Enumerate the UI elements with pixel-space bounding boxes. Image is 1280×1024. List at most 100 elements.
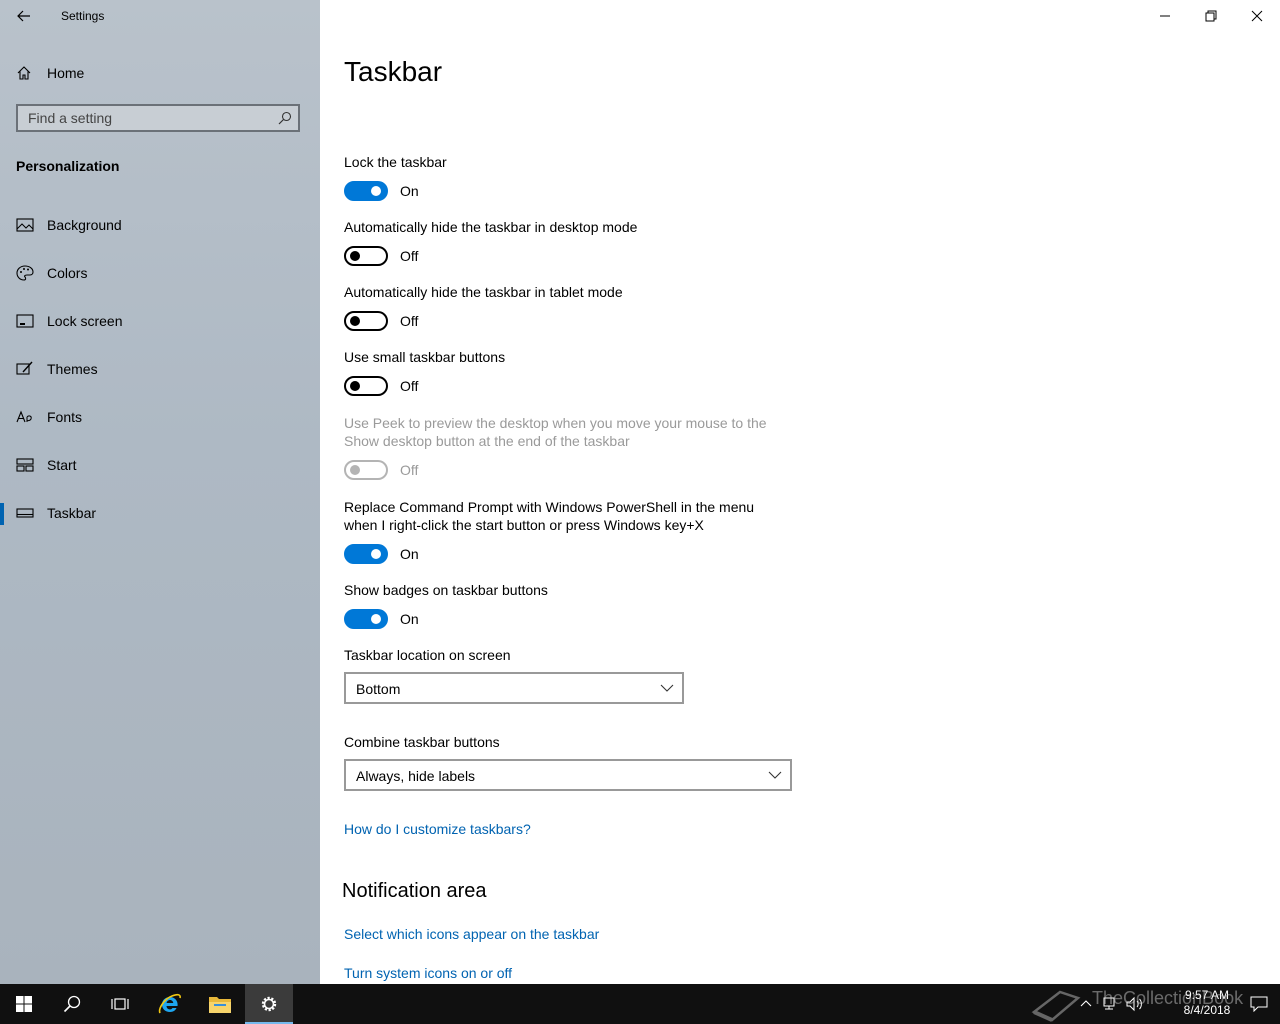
powershell-state: On <box>400 546 419 562</box>
powershell-label: Replace Command Prompt with Windows Powe… <box>344 499 755 533</box>
sidebar-item-label: Taskbar <box>47 505 97 521</box>
sidebar-item-label: Themes <box>47 361 98 377</box>
action-center-icon[interactable] <box>1250 996 1268 1012</box>
toggle-knob <box>371 186 381 196</box>
font-icon <box>16 410 32 423</box>
lock-taskbar-toggle[interactable] <box>344 181 388 201</box>
settings-taskbar-button[interactable] <box>245 984 293 1024</box>
start-button[interactable] <box>0 984 48 1024</box>
combine-label: Combine taskbar buttons <box>344 734 500 750</box>
task-view-icon <box>111 998 129 1010</box>
autohide-tablet-state: Off <box>400 313 419 329</box>
badges-state: On <box>400 611 419 627</box>
location-label: Taskbar location on screen <box>344 647 511 663</box>
sidebar-item-home[interactable]: Home <box>0 56 320 90</box>
small-buttons-toggle[interactable] <box>344 376 388 396</box>
network-icon[interactable] <box>1102 996 1120 1012</box>
lock-screen-icon <box>16 314 34 328</box>
settings-sidebar: Settings Home Personalization Background <box>0 0 320 984</box>
small-buttons-label: Use small taskbar buttons <box>344 349 506 365</box>
clock-date: 8/4/2018 <box>1183 1003 1231 1017</box>
notification-area-heading: Notification area <box>342 880 487 902</box>
customize-taskbars-link[interactable]: How do I customize taskbars? <box>344 821 531 837</box>
select-icons-link[interactable]: Select which icons appear on the taskbar <box>344 926 599 942</box>
sidebar-item-lock-screen[interactable]: Lock screen <box>0 301 320 349</box>
settings-content: Taskbar Lock the taskbar On Automaticall… <box>320 0 1280 984</box>
location-dropdown[interactable]: Bottom <box>344 672 684 704</box>
sidebar-item-label: Colors <box>47 265 88 281</box>
sidebar-item-taskbar[interactable]: Taskbar <box>0 493 320 541</box>
picture-icon <box>16 218 34 232</box>
file-explorer-button[interactable] <box>196 984 244 1024</box>
toggle-knob <box>371 614 381 624</box>
brush-icon <box>16 361 33 375</box>
page-title: Taskbar <box>344 56 443 87</box>
autohide-desktop-toggle[interactable] <box>344 246 388 266</box>
peek-label: Use Peek to preview the desktop when you… <box>344 415 767 449</box>
sidebar-item-themes[interactable]: Themes <box>0 349 320 397</box>
toggle-knob <box>371 549 381 559</box>
close-icon <box>1251 10 1263 22</box>
sidebar-item-fonts[interactable]: Fonts <box>0 397 320 445</box>
taskbar-search-button[interactable] <box>48 984 96 1024</box>
system-tray: 9:57 AM 8/4/2018 <box>1080 984 1280 1024</box>
toggle-knob <box>350 465 360 475</box>
sidebar-item-start[interactable]: Start <box>0 445 320 493</box>
lock-taskbar-state: On <box>400 183 419 199</box>
search-box[interactable] <box>16 104 300 132</box>
title-bar: Settings <box>0 0 320 32</box>
section-title: Personalization <box>16 158 120 174</box>
combine-value: Always, hide labels <box>356 768 476 784</box>
volume-icon[interactable] <box>1126 996 1144 1012</box>
back-button[interactable] <box>8 2 40 30</box>
clock-time: 9:57 AM <box>1184 988 1230 1002</box>
gear-icon <box>261 996 277 1012</box>
close-button[interactable] <box>1234 0 1280 32</box>
chevron-up-icon[interactable] <box>1080 996 1092 1012</box>
sidebar-item-label: Fonts <box>47 409 83 425</box>
clock[interactable]: 9:57 AM 8/4/2018 <box>1172 988 1242 1018</box>
window-controls <box>1142 0 1280 32</box>
lock-taskbar-label: Lock the taskbar <box>344 154 447 170</box>
sidebar-item-label: Lock screen <box>47 313 123 329</box>
combine-dropdown[interactable]: Always, hide labels <box>344 759 792 791</box>
back-arrow-icon <box>17 10 30 22</box>
autohide-tablet-label: Automatically hide the taskbar in tablet… <box>344 284 623 300</box>
autohide-desktop-state: Off <box>400 248 419 264</box>
internet-explorer-icon <box>158 993 181 1014</box>
sidebar-item-label: Home <box>47 65 85 81</box>
search-icon <box>63 995 81 1013</box>
minimize-button[interactable] <box>1142 0 1188 32</box>
sidebar-item-colors[interactable]: Colors <box>0 253 320 301</box>
autohide-desktop-label: Automatically hide the taskbar in deskto… <box>344 219 638 235</box>
task-view-button[interactable] <box>96 984 144 1024</box>
taskbar-icon <box>16 508 34 518</box>
system-icons-link[interactable]: Turn system icons on or off <box>344 965 512 981</box>
peek-toggle[interactable] <box>344 460 388 480</box>
minimize-icon <box>1160 15 1170 17</box>
folder-icon <box>209 997 231 1013</box>
home-icon <box>17 66 31 80</box>
toggle-knob <box>350 316 360 326</box>
start-tiles-icon <box>16 458 34 472</box>
badges-toggle[interactable] <box>344 609 388 629</box>
palette-icon <box>16 265 34 281</box>
restore-icon <box>1205 10 1217 22</box>
search-input[interactable] <box>18 106 278 130</box>
toggle-knob <box>350 381 360 391</box>
app-title: Settings <box>61 9 105 23</box>
sidebar-item-background[interactable]: Background <box>0 205 320 253</box>
sidebar-item-label: Background <box>47 217 122 233</box>
peek-state: Off <box>400 462 419 478</box>
sidebar-item-label: Start <box>47 457 77 473</box>
sidebar-nav: Background Colors Lock screen Themes Fon… <box>0 205 320 541</box>
autohide-tablet-toggle[interactable] <box>344 311 388 331</box>
chevron-down-icon <box>768 771 782 779</box>
toggle-knob <box>350 251 360 261</box>
badges-label: Show badges on taskbar buttons <box>344 582 548 598</box>
powershell-toggle[interactable] <box>344 544 388 564</box>
internet-explorer-button[interactable] <box>146 984 194 1024</box>
restore-button[interactable] <box>1188 0 1234 32</box>
search-icon[interactable] <box>278 111 292 125</box>
location-value: Bottom <box>356 681 401 697</box>
